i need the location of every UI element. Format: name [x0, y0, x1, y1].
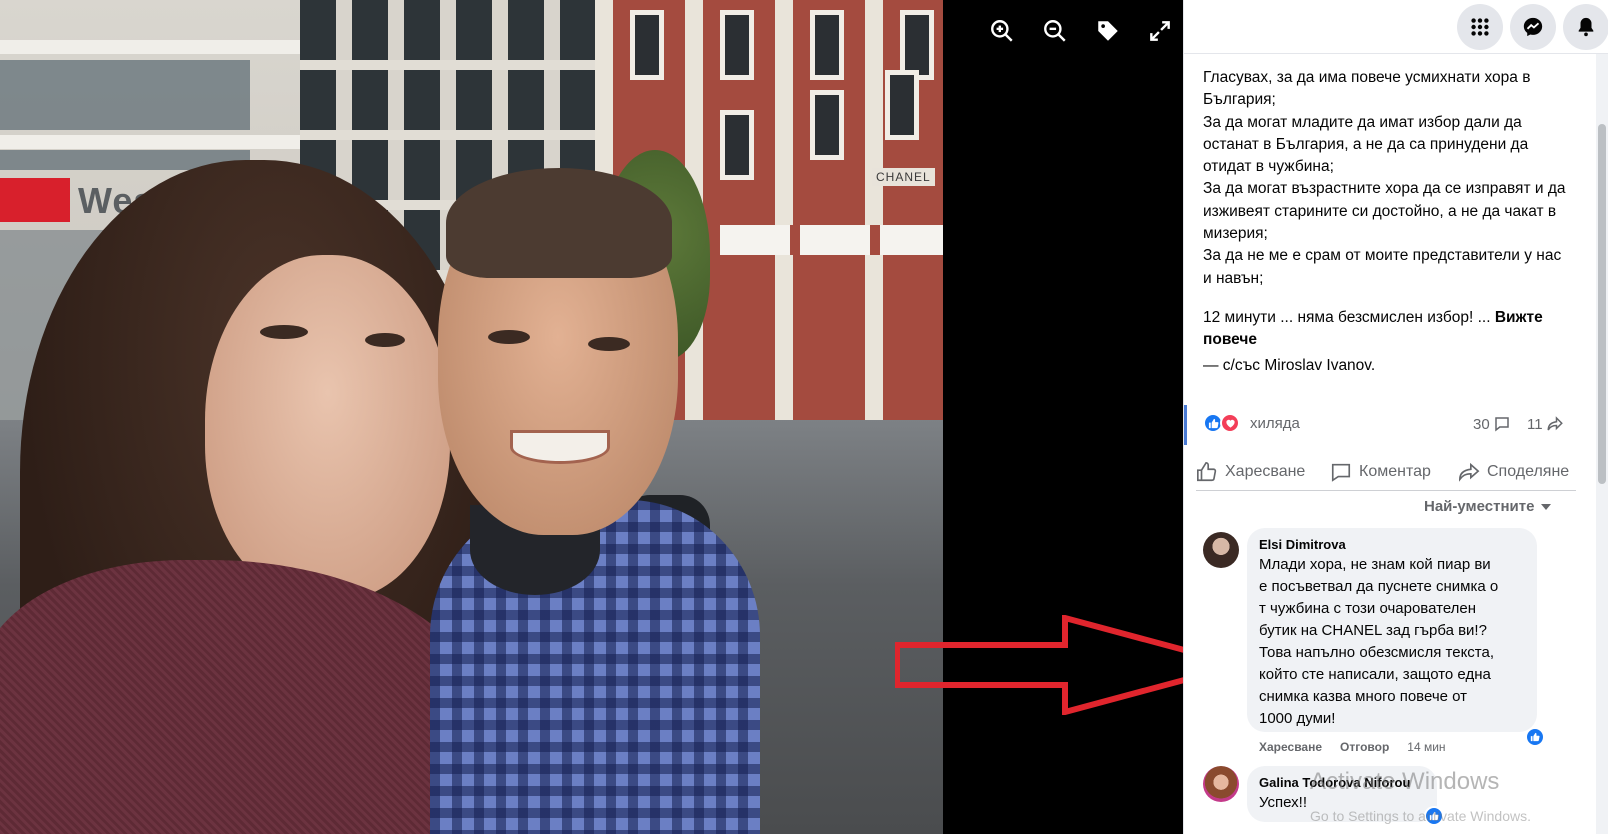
shop-sign: CHANEL [872, 168, 935, 186]
tag-icon[interactable] [1091, 14, 1125, 48]
scrollbar[interactable] [1596, 54, 1608, 834]
menu-grid-icon[interactable] [1457, 4, 1503, 50]
post-details-panel: Гласувах, за да има повече усмихнати хор… [1183, 0, 1608, 834]
post-text-continued: 12 минути ... няма безсмислен избор! ...… [1203, 307, 1583, 351]
scrollbar-thumb[interactable] [1598, 124, 1606, 484]
comment: Elsi Dimitrova Млади хора, не знам кой п… [1203, 528, 1563, 758]
bell-icon[interactable] [1563, 4, 1608, 50]
reactions-summary[interactable]: хиляда 30 11 [1203, 412, 1578, 436]
post-text: Гласувах, за да има повече усмихнати хор… [1203, 69, 1566, 287]
comment-actions: Харесване Отговор 14 мин [1259, 740, 1446, 754]
sort-label: Най-уместните [1424, 498, 1535, 515]
facebook-photo-viewer: Westpac CHANEL [0, 0, 1608, 834]
reaction-count: хиляда [1250, 415, 1300, 432]
shares-count-value: 11 [1527, 415, 1543, 433]
post-photo[interactable]: Westpac CHANEL [0, 0, 943, 834]
comment-author[interactable]: Galina Todorova Niforou [1259, 774, 1425, 792]
comment-author[interactable]: Elsi Dimitrova [1259, 536, 1525, 554]
comment-time[interactable]: 14 мин [1407, 740, 1445, 754]
comment-sort-dropdown[interactable]: Най-уместните [1424, 498, 1552, 515]
comments-count-value: 30 [1473, 415, 1490, 433]
comment-reply-link[interactable]: Отговор [1340, 740, 1389, 754]
comment-text: Успех!! [1259, 794, 1307, 811]
comment-button[interactable]: Коментар [1330, 457, 1431, 487]
thumbs-up-icon [1197, 462, 1217, 482]
avatar[interactable] [1203, 766, 1239, 802]
tagged-person-link[interactable]: Miroslav Ivanov. [1264, 357, 1375, 374]
comment-bubble: Elsi Dimitrova Млади хора, не знам кой п… [1247, 528, 1537, 732]
comment: Galina Todorova Niforou Успех!! [1203, 766, 1563, 834]
love-reaction-icon [1220, 413, 1240, 433]
comment-bubble: Galina Todorova Niforou Успех!! [1247, 766, 1437, 822]
share-button-label: Споделяне [1487, 463, 1570, 480]
comment-like-badge-icon [1525, 727, 1545, 747]
like-button-label: Харесване [1225, 463, 1306, 480]
tagged-prefix: — с/със [1203, 357, 1261, 374]
comment-like-link[interactable]: Харесване [1259, 740, 1322, 754]
share-arrow-icon [1547, 416, 1563, 431]
zoom-out-icon[interactable] [1038, 14, 1072, 48]
comment-text: Млади хора, не знам кой пиар ви е посъве… [1259, 556, 1499, 727]
share-icon [1459, 462, 1480, 482]
like-button[interactable]: Харесване [1196, 457, 1305, 487]
avatar[interactable] [1203, 532, 1239, 568]
post-text-line: 12 минути ... няма безсмислен избор! ... [1203, 309, 1491, 326]
chevron-down-icon [1541, 503, 1552, 510]
comment-icon [1331, 463, 1351, 482]
comment-bubble-icon [1494, 417, 1509, 432]
man-hair [446, 168, 672, 278]
fullscreen-icon[interactable] [1143, 14, 1177, 48]
comment-like-badge-icon [1424, 806, 1444, 826]
zoom-in-icon[interactable] [985, 14, 1019, 48]
shares-count[interactable]: 11 [1527, 415, 1564, 433]
bank-logo [0, 178, 70, 222]
messenger-icon[interactable] [1510, 4, 1556, 50]
share-button[interactable]: Споделяне [1458, 457, 1569, 487]
tagged-people: — с/със Miroslav Ivanov. [1203, 357, 1375, 375]
comment-button-label: Коментар [1359, 463, 1431, 480]
post-actions: Харесване Коментар Споделяне [1196, 455, 1576, 491]
shop-awnings [720, 225, 943, 255]
focus-indicator [1184, 405, 1187, 445]
woman-face [205, 255, 450, 600]
comments-count[interactable]: 30 [1473, 415, 1511, 433]
top-bar [1184, 0, 1608, 54]
